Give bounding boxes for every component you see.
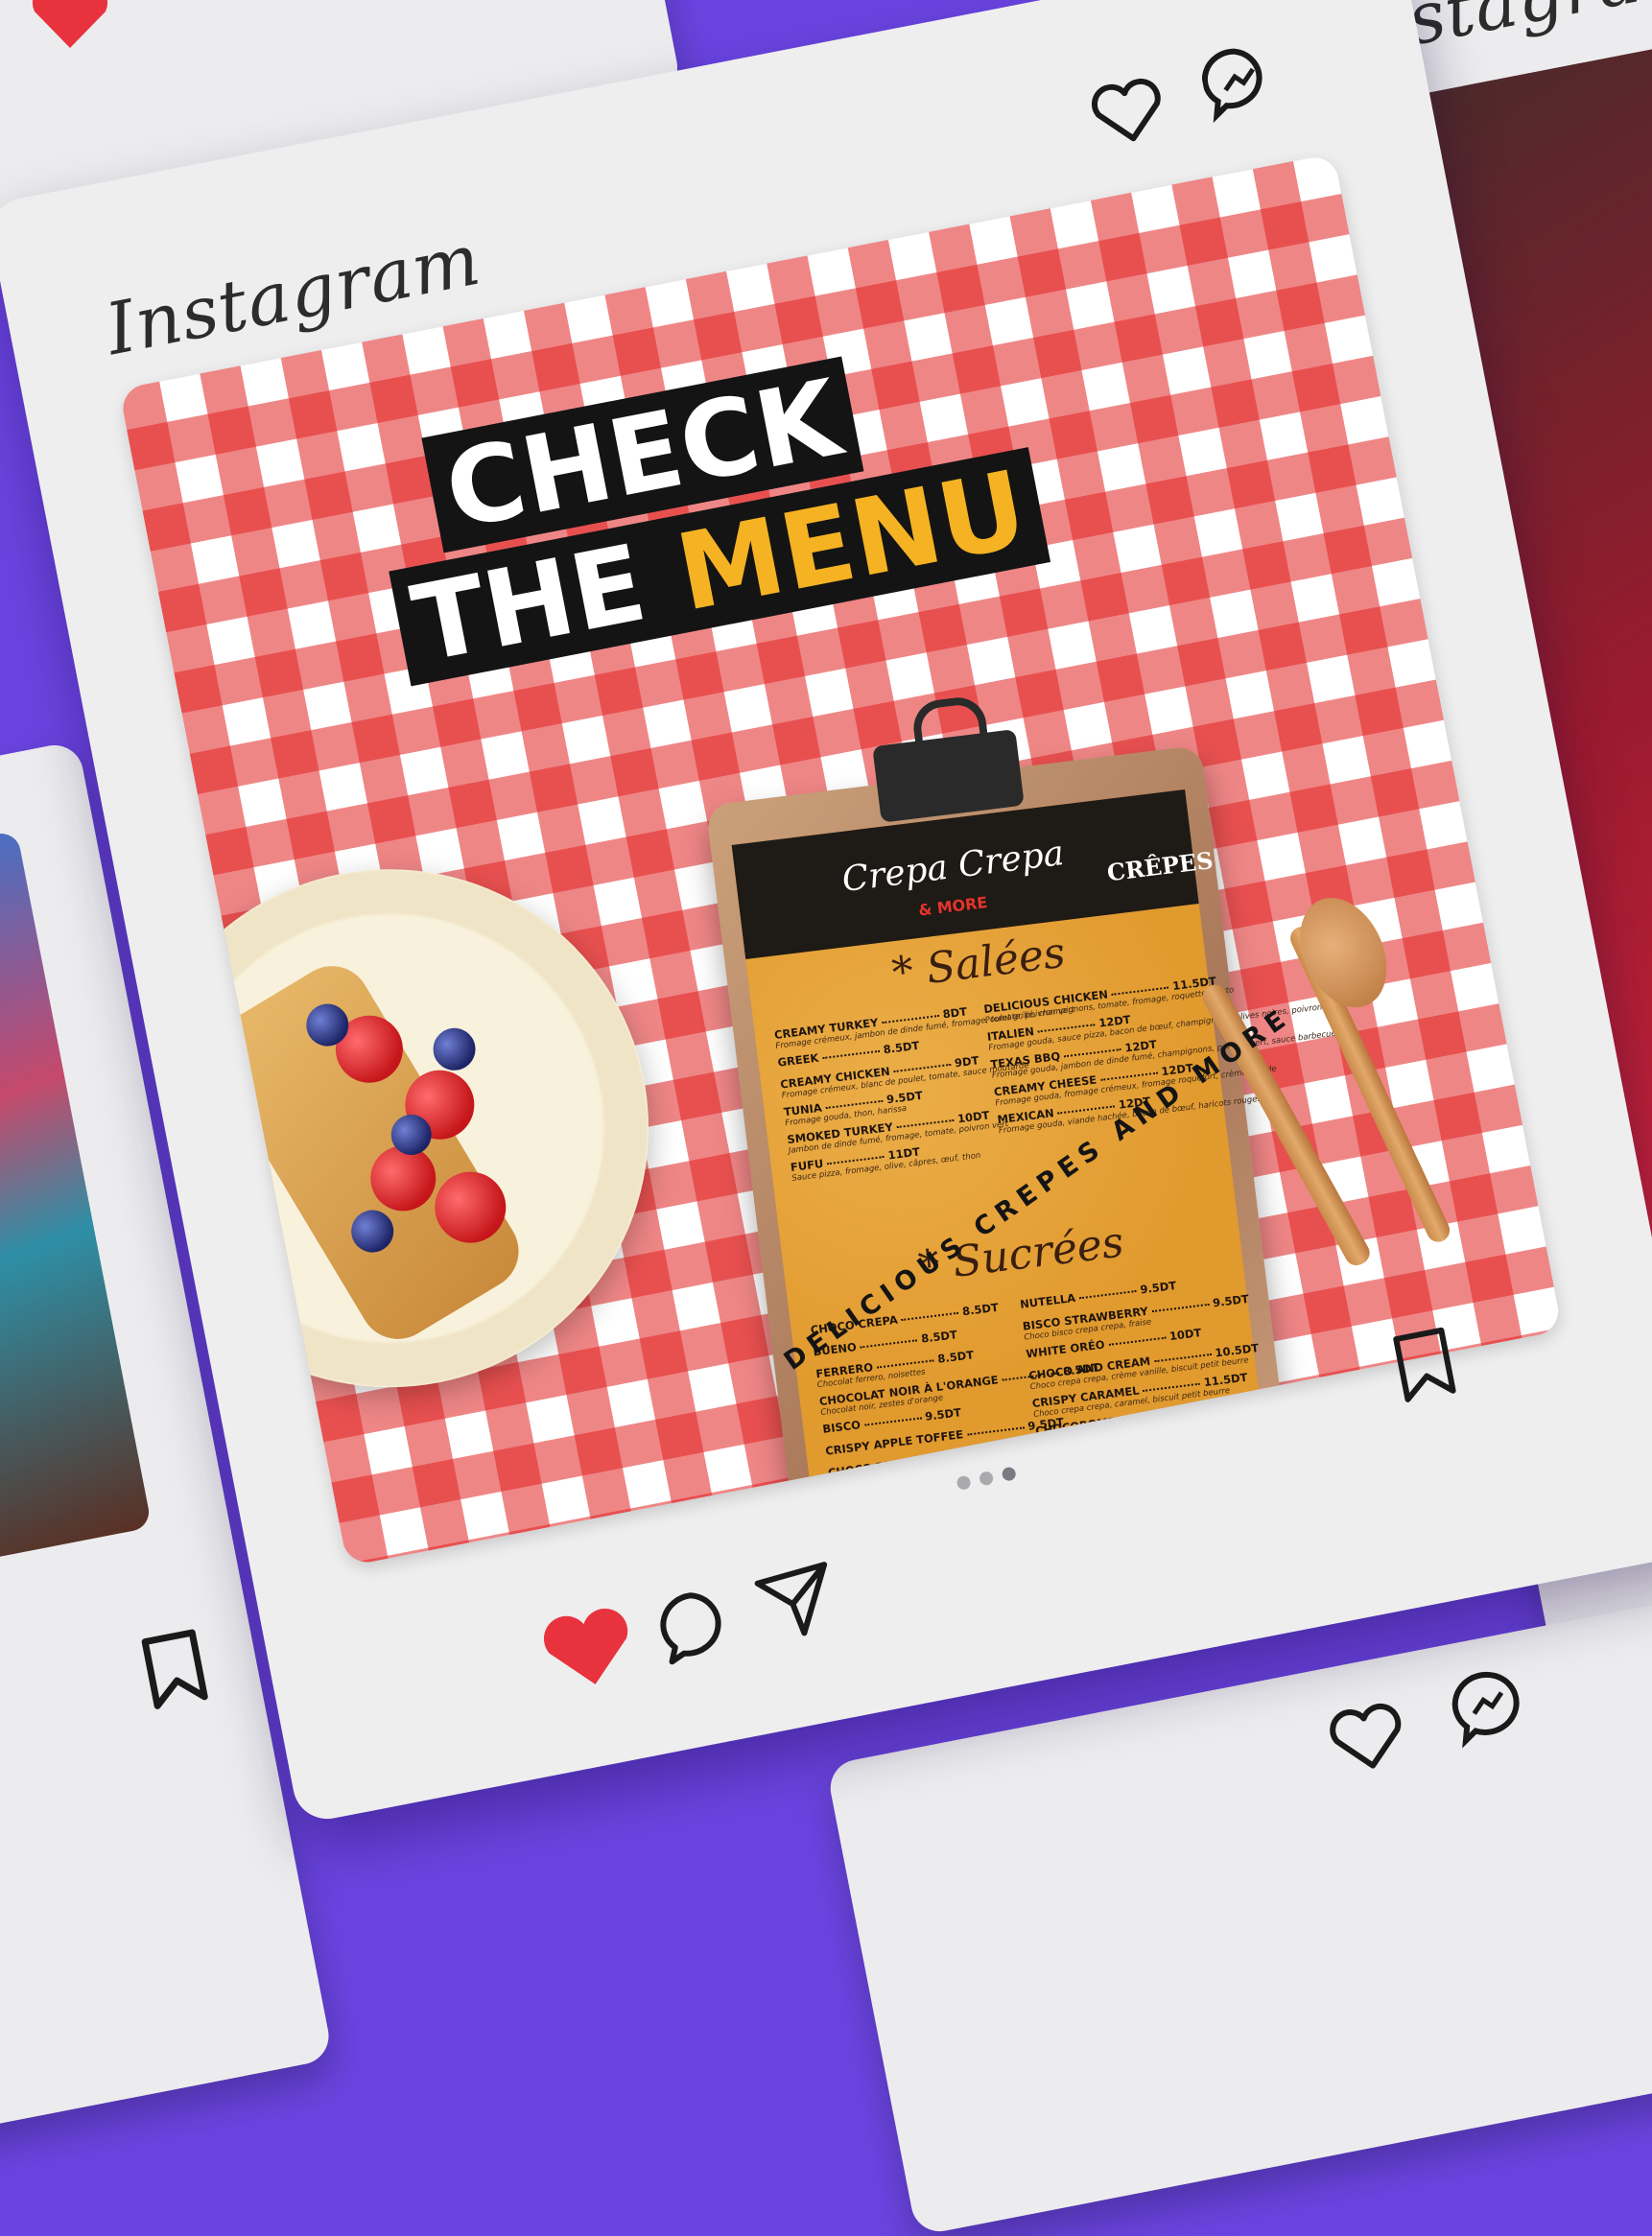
menu-item-price: 9.5DT [924,1405,962,1424]
instagram-post-card: Instagram CHECK THE MENU Crepa Crepa & M… [0,0,1652,1825]
carousel-dot[interactable] [978,1470,995,1487]
menu-item-price: 12DT [1322,1407,1357,1425]
post-image[interactable]: CHECK THE MENU Crepa Crepa & MORE CRÊPES… [118,153,1563,1566]
salees-column-right: DELICIOUS CHICKEN11.5DT Poulet grillé, ch… [983,975,1342,1141]
menu-item-leader [860,1338,918,1349]
menu-item-name: BISCO [821,1418,861,1436]
bookmark-icon[interactable] [134,1625,216,1718]
menu-header: Crepa Crepa & MORE CRÊPES [731,788,1215,960]
menu-item-leader [863,1416,922,1426]
menu-item-name: CHOCO BI [827,1458,889,1480]
menu-item-price: 9.5DT [952,1447,990,1465]
menu-item-leader [966,1425,1025,1436]
comment-icon[interactable] [651,1581,742,1671]
menu-item-leader [1263,1418,1320,1427]
menu-item-leader [1078,1289,1137,1299]
like-heart-icon[interactable] [533,1600,644,1700]
menu-item-price: 9.5DT [1139,1278,1177,1297]
crepe-plate [118,824,694,1432]
heart-icon[interactable] [1324,1698,1413,1783]
like-heart-icon-previous[interactable] [27,0,113,50]
menu-clipboard: Crepa Crepa & MORE CRÊPES * Salées CREAM… [705,694,1357,1540]
messenger-icon[interactable] [1197,39,1283,125]
share-icon[interactable] [749,1556,843,1647]
salees-column-left: CREAMY TURKEY8DT Fromage crémeux, jambon … [773,1003,1074,1188]
menu-item-leader [1120,1413,1178,1423]
menu-sheet: Crepa Crepa & MORE CRÊPES * Salées CREAM… [731,788,1357,1502]
menu-item-leader [1151,1303,1210,1312]
crepe [197,952,533,1353]
clipboard-clip [872,729,1025,823]
menu-item-price: 8.5DT [882,1038,921,1057]
menu-item-price: 10DT [1168,1326,1203,1344]
menu-item: CHOCO BANANA9.5DT [830,1464,1032,1502]
sucrees-column-right: NUTELLA9.5DT BISCO STRAWBERRY9.5DT Choco b… [1019,1272,1356,1468]
menu-item-name: NUTELLA [1019,1290,1076,1311]
menu-item-name: CHOCO BANANA [830,1475,932,1502]
carousel-dot-active[interactable] [1001,1466,1017,1482]
spoon-bowl [1283,883,1404,1022]
menu-item-name: WHITE ORÉO [1025,1337,1106,1361]
menu-item-leader [876,1358,934,1369]
messenger-icon[interactable] [1443,1660,1534,1755]
menu-logo-sub: & MORE [917,892,989,920]
blueberry [429,1024,480,1074]
menu-category: CRÊPES [1105,846,1215,887]
menu-item-price: 8.5DT [920,1328,958,1346]
menu-item-price: 9.5DT [1212,1291,1250,1310]
menu-item: ICE CONE ( ICE CHOCO , ICE BUENO)12DT [1037,1407,1356,1459]
menu-item-name: GREEK [776,1050,820,1070]
headline-the: THE [403,521,655,687]
menu-logo: Crepa Crepa [839,833,1067,901]
menu-item-price: 8.5DT [961,1300,1000,1319]
section-title-salees: * Salées [889,928,1069,999]
menu-item-leader [901,1311,959,1321]
menu-item-leader [822,1049,880,1059]
carousel-dot[interactable] [956,1474,972,1491]
menu-item-leader [1108,1336,1167,1346]
menu-item-leader [891,1457,950,1467]
heart-icon[interactable] [1087,75,1170,151]
menu-item-price: 11.5DT [1180,1400,1226,1421]
